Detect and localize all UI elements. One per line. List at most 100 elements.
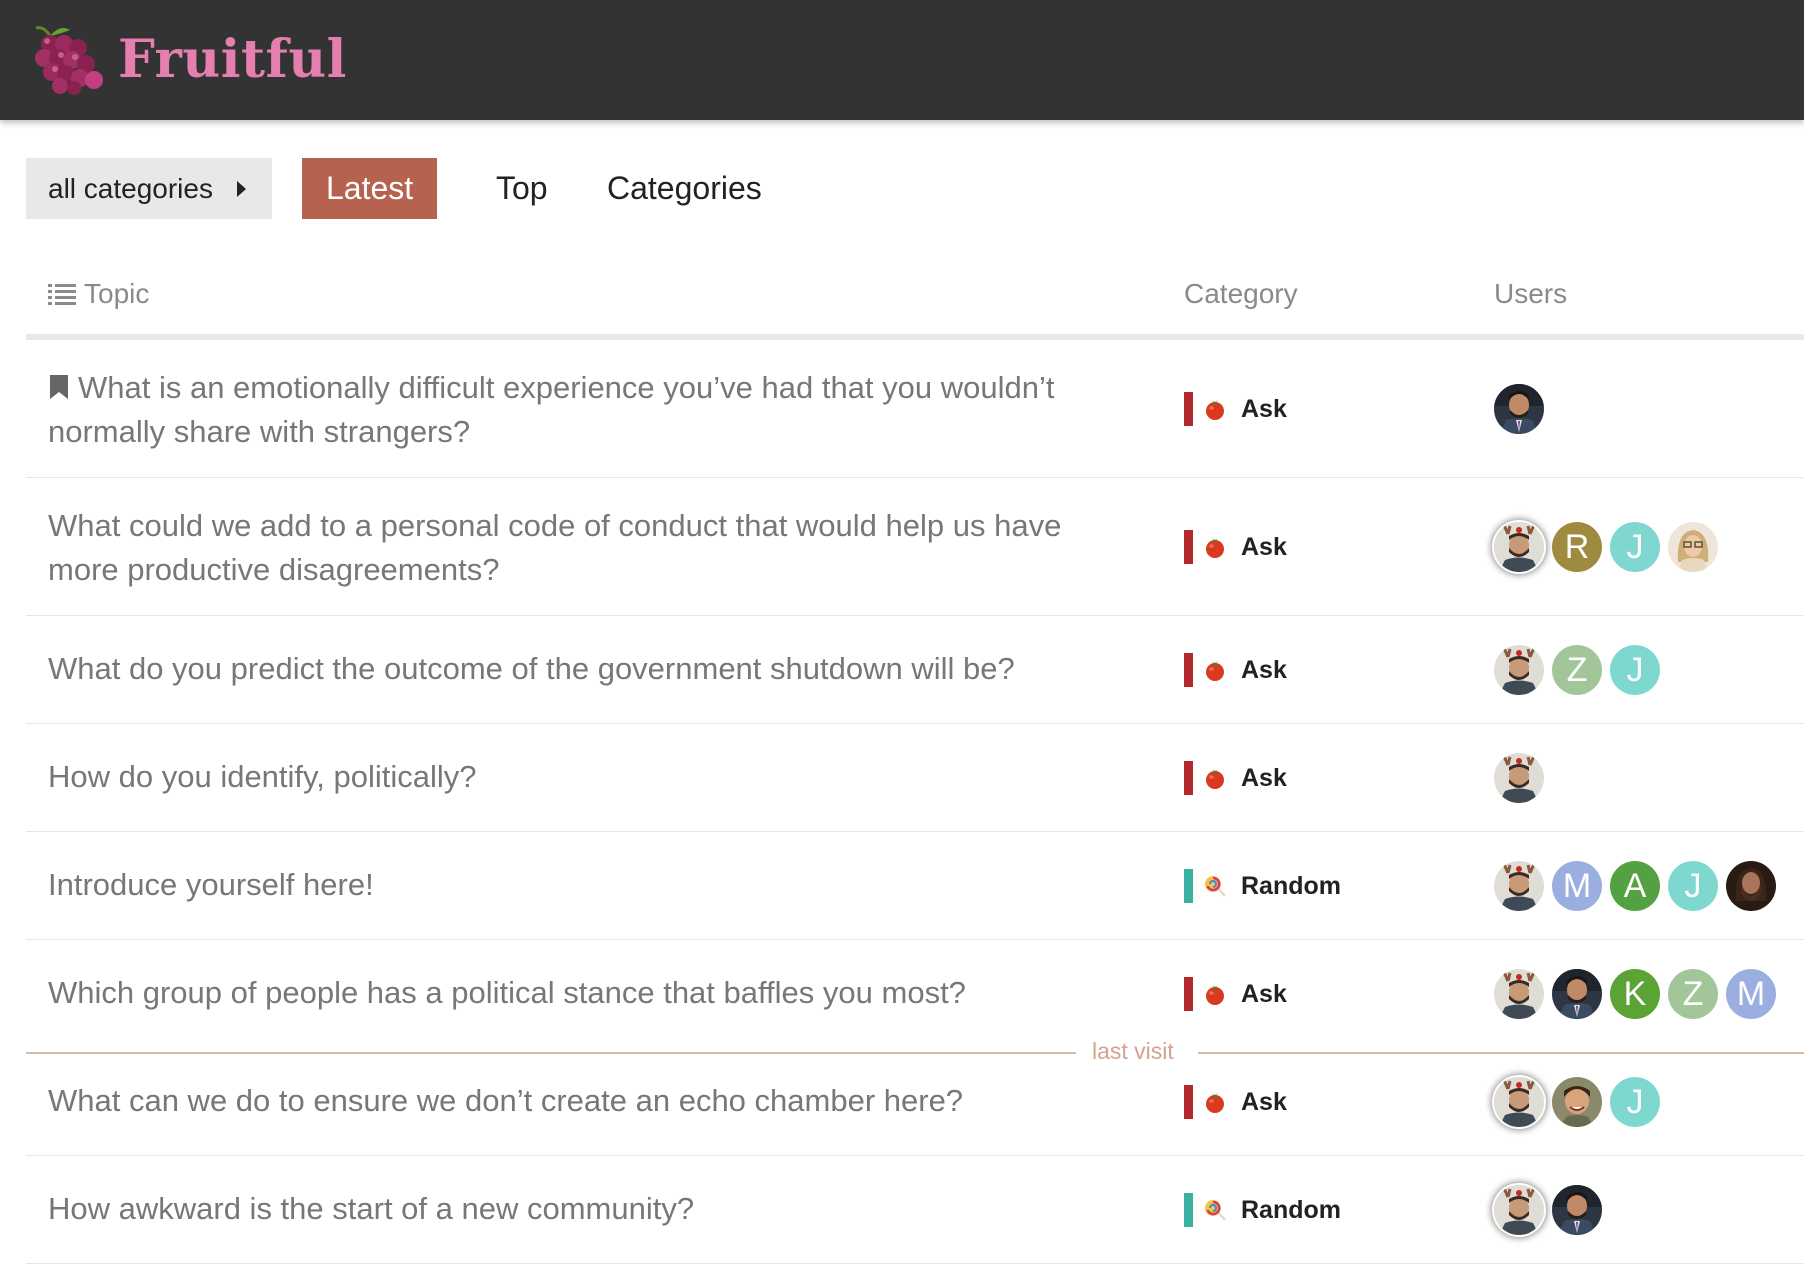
- topic-row[interactable]: Introduce yourself here! Random M A J: [26, 832, 1804, 940]
- category-badge[interactable]: Random: [1184, 869, 1341, 903]
- category-name[interactable]: Ask: [1241, 764, 1287, 793]
- tomato-icon: [1206, 985, 1224, 1005]
- topic-title-cell: What do you predict the outcome of the g…: [48, 647, 1118, 691]
- category-badge[interactable]: Ask: [1184, 530, 1287, 564]
- user-avatar-letter[interactable]: M: [1552, 861, 1602, 911]
- category-color-bar: [1184, 977, 1193, 1011]
- category-badge[interactable]: Ask: [1184, 1085, 1287, 1119]
- user-avatar-letter[interactable]: J: [1610, 645, 1660, 695]
- user-avatar-photo[interactable]: [1494, 1077, 1544, 1127]
- user-avatar-photo[interactable]: [1494, 753, 1544, 803]
- category-name[interactable]: Ask: [1241, 656, 1287, 685]
- topic-row[interactable]: What can we do to ensure we don’t create…: [26, 1048, 1804, 1156]
- site-logo[interactable]: Fruitful: [30, 22, 347, 96]
- tab-latest[interactable]: Latest: [302, 158, 438, 219]
- category-badge[interactable]: Ask: [1184, 977, 1287, 1011]
- topic-title-cell: What is an emotionally difficult experie…: [48, 366, 1118, 454]
- topic-title-link[interactable]: What is an emotionally difficult experie…: [48, 370, 1055, 449]
- user-avatar-letter[interactable]: M: [1726, 969, 1776, 1019]
- topic-row[interactable]: What could we add to a personal code of …: [26, 478, 1804, 616]
- user-avatar-letter[interactable]: R: [1552, 522, 1602, 572]
- topic-list-header: Topic Category Users: [26, 256, 1804, 340]
- topic-title-link[interactable]: How awkward is the start of a new commun…: [48, 1191, 694, 1226]
- topic-title-cell: Introduce yourself here!: [48, 863, 1118, 907]
- site-header: Fruitful: [0, 0, 1804, 120]
- user-avatar-photo[interactable]: [1494, 969, 1544, 1019]
- topic-title-cell: How do you identify, politically?: [48, 755, 1118, 799]
- user-avatar-letter[interactable]: Z: [1668, 969, 1718, 1019]
- topic-header-label: Topic: [84, 278, 150, 309]
- caret-right-icon: [236, 180, 246, 197]
- tab-categories[interactable]: Categories: [607, 158, 762, 219]
- last-visit-label: last visit: [1092, 1038, 1174, 1064]
- topic-row[interactable]: How do you identify, politically? Ask: [26, 724, 1804, 832]
- users-column-header: Users: [1494, 278, 1568, 309]
- topic-title-link[interactable]: What could we add to a personal code of …: [48, 508, 1061, 587]
- category-name[interactable]: Random: [1241, 872, 1341, 901]
- topic-participants: [1494, 752, 1552, 804]
- topic-participants: MAJ: [1494, 860, 1784, 912]
- last-visit-divider: last visit: [26, 1038, 1804, 1064]
- user-avatar-photo[interactable]: [1494, 645, 1544, 695]
- tab-top[interactable]: Top: [496, 158, 548, 219]
- topic-participants: [1494, 1184, 1610, 1236]
- user-avatar-letter[interactable]: J: [1610, 522, 1660, 572]
- tomato-icon: [1206, 538, 1224, 558]
- user-avatar-photo[interactable]: [1668, 522, 1718, 572]
- topic-participants: J: [1494, 1076, 1668, 1128]
- category-badge[interactable]: Random: [1184, 1193, 1341, 1227]
- category-badge[interactable]: Ask: [1184, 761, 1287, 795]
- topic-row[interactable]: Which group of people has a political st…: [26, 940, 1804, 1048]
- category-name[interactable]: Ask: [1241, 533, 1287, 562]
- user-avatar-letter[interactable]: J: [1668, 861, 1718, 911]
- topic-title-link[interactable]: Which group of people has a political st…: [48, 975, 966, 1010]
- category-color-bar: [1184, 1085, 1193, 1119]
- user-avatar-photo[interactable]: [1726, 861, 1776, 911]
- topic-participants: RJ: [1494, 521, 1726, 573]
- category-badge[interactable]: Ask: [1184, 392, 1287, 426]
- topic-participants: [1494, 383, 1552, 435]
- topic-row[interactable]: How awkward is the start of a new commun…: [26, 1156, 1804, 1264]
- category-name[interactable]: Ask: [1241, 395, 1287, 424]
- user-avatar-photo[interactable]: [1552, 969, 1602, 1019]
- category-color-bar: [1184, 530, 1193, 564]
- category-name[interactable]: Random: [1241, 1196, 1341, 1225]
- topic-title-link[interactable]: What can we do to ensure we don’t create…: [48, 1083, 963, 1118]
- user-avatar-letter[interactable]: Z: [1552, 645, 1602, 695]
- topic-row[interactable]: What do you predict the outcome of the g…: [26, 616, 1804, 724]
- user-avatar-letter[interactable]: J: [1610, 1077, 1660, 1127]
- topic-column-header[interactable]: Topic: [48, 278, 149, 310]
- category-badge[interactable]: Ask: [1184, 653, 1287, 687]
- topic-participants: ZJ: [1494, 644, 1668, 696]
- grapes-logo-icon: [35, 26, 103, 95]
- tomato-icon: [1206, 1093, 1224, 1113]
- category-column-header[interactable]: Category: [1184, 278, 1298, 310]
- topic-title-cell: How awkward is the start of a new commun…: [48, 1187, 1118, 1231]
- topic-navigation: all categories Latest Top Categories: [26, 158, 1026, 219]
- list-icon: [48, 284, 76, 305]
- category-name[interactable]: Ask: [1241, 1088, 1287, 1117]
- user-avatar-letter[interactable]: K: [1610, 969, 1660, 1019]
- user-avatar-photo[interactable]: [1552, 1185, 1602, 1235]
- user-avatar-photo[interactable]: [1494, 861, 1544, 911]
- category-name[interactable]: Ask: [1241, 980, 1287, 1009]
- category-color-bar: [1184, 869, 1193, 903]
- category-filter-dropdown[interactable]: all categories: [26, 158, 272, 219]
- user-avatar-photo[interactable]: [1494, 1185, 1544, 1235]
- category-color-bar: [1184, 392, 1193, 426]
- category-color-bar: [1184, 1193, 1193, 1227]
- topic-title-link[interactable]: What do you predict the outcome of the g…: [48, 651, 1015, 686]
- tomato-icon: [1206, 661, 1224, 681]
- topic-title-cell: What can we do to ensure we don’t create…: [48, 1079, 1118, 1123]
- category-filter-label: all categories: [48, 172, 213, 204]
- topic-row[interactable]: What is an emotionally difficult experie…: [26, 340, 1804, 478]
- user-avatar-photo[interactable]: [1494, 384, 1544, 434]
- user-avatar-letter[interactable]: A: [1610, 861, 1660, 911]
- topic-title-link[interactable]: Introduce yourself here!: [48, 867, 374, 902]
- user-avatar-photo[interactable]: [1494, 522, 1544, 572]
- category-color-bar: [1184, 761, 1193, 795]
- topic-title-link[interactable]: How do you identify, politically?: [48, 759, 476, 794]
- site-name: Fruitful: [118, 28, 347, 90]
- bookmark-icon[interactable]: [48, 374, 70, 400]
- user-avatar-photo[interactable]: [1552, 1077, 1602, 1127]
